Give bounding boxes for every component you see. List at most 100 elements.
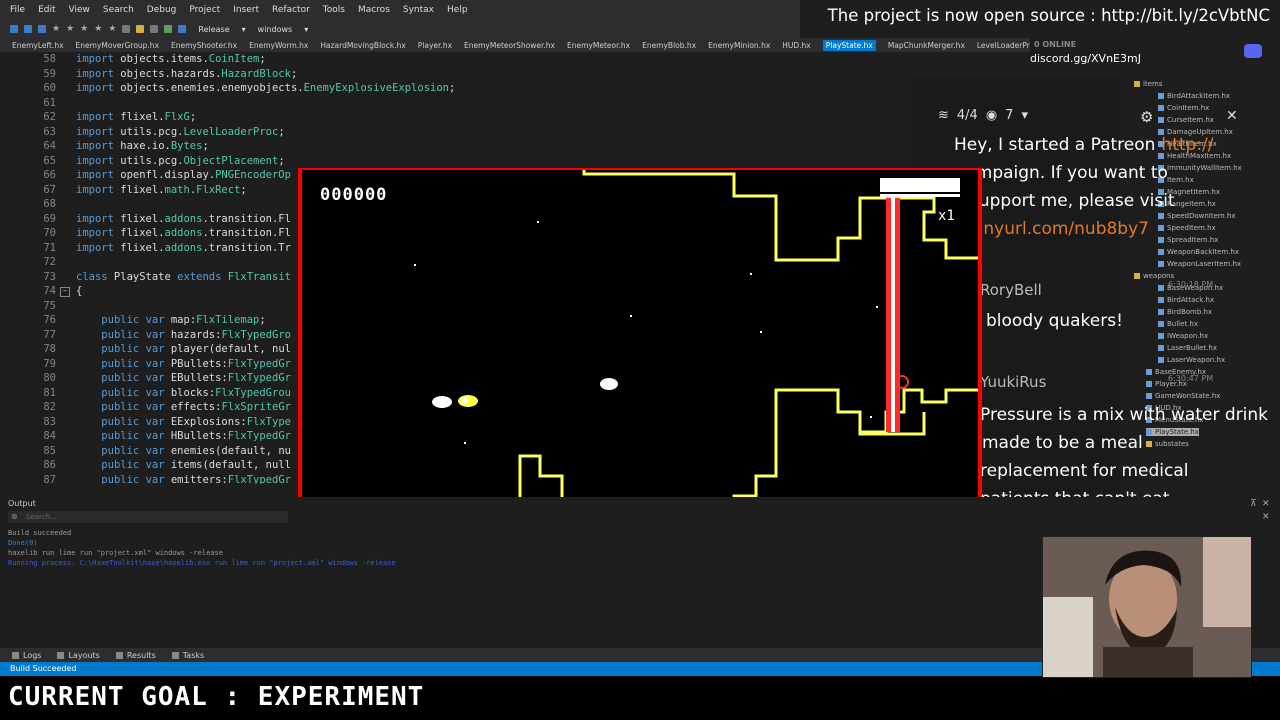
menu-help[interactable]: Help: [447, 5, 468, 15]
close-icon[interactable]: ✕: [1226, 108, 1238, 124]
folder-icon[interactable]: [136, 25, 145, 33]
pin-icon[interactable]: ⊼: [1250, 499, 1257, 509]
tree-file[interactable]: ImmunityWallItem.hx: [1158, 164, 1242, 172]
tree-file[interactable]: WeaponBackItem.hx: [1158, 248, 1239, 256]
menu-refactor[interactable]: Refactor: [272, 5, 310, 15]
close-icon[interactable]: ✕: [1262, 499, 1270, 509]
chat-message: made to be a meal: [982, 433, 1143, 453]
output-search-input[interactable]: Search...: [8, 511, 288, 523]
tab-levelloaderproc[interactable]: LevelLoaderProc.hx: [977, 41, 1030, 50]
star-icon[interactable]: ★: [80, 25, 88, 34]
tab-enemyblob[interactable]: EnemyBlob.hx: [642, 41, 696, 50]
tab-enemyworm[interactable]: EnemyWorm.hx: [249, 41, 308, 50]
open-file-icon[interactable]: [24, 25, 32, 33]
menu-macros[interactable]: Macros: [358, 5, 390, 15]
tree-file[interactable]: CurseItem.hx: [1158, 116, 1214, 124]
tab-enemymeteor[interactable]: EnemyMeteor.hx: [567, 41, 630, 50]
play-icon[interactable]: [178, 25, 187, 33]
line-number: 72: [43, 256, 56, 268]
tab-mapchunkmerger[interactable]: MapChunkMerger.hx: [888, 41, 965, 50]
tab-enemymovergroup[interactable]: EnemyMoverGroup.hx: [76, 41, 159, 50]
code-text: import objects.items.CoinItem;: [76, 53, 266, 65]
file-icon: [1146, 369, 1152, 375]
fold-icon[interactable]: −: [60, 287, 70, 297]
code-line[interactable]: 61: [0, 96, 910, 111]
tree-folder[interactable]: weapons: [1134, 272, 1174, 280]
menu-insert[interactable]: Insert: [233, 5, 259, 15]
tab-hud[interactable]: HUD.hx: [782, 41, 810, 50]
tab-enemyleft[interactable]: EnemyLeft.hx: [12, 41, 64, 50]
game-viewport[interactable]: 000000 x1: [302, 170, 978, 550]
tree-file[interactable]: BirdAttack.hx: [1158, 296, 1214, 304]
tree-file[interactable]: CoinItem.hx: [1158, 104, 1209, 112]
bottom-tab-results[interactable]: Results: [115, 651, 156, 660]
tree-file[interactable]: IWeapon.hx: [1158, 332, 1208, 340]
code-text: import flixel.addons.transition.Fl: [76, 212, 291, 225]
code-line[interactable]: 60 import objects.enemies.enemyobjects.En…: [0, 81, 910, 96]
folder-icon: [1134, 81, 1140, 87]
tree-file[interactable]: PlayState.hx: [1146, 428, 1199, 436]
menu-view[interactable]: View: [69, 5, 90, 15]
bottom-tab-layouts[interactable]: Layouts: [57, 651, 100, 660]
star-icon[interactable]: ★: [52, 25, 60, 34]
gear-icon[interactable]: ⚙: [1140, 108, 1153, 126]
menu-search[interactable]: Search: [103, 5, 134, 15]
tree-item-label: BirdAttackItem.hx: [1167, 92, 1231, 100]
file-icon: [1158, 105, 1164, 111]
code-line[interactable]: 63 import utils.pcg.LevelLoaderProc;: [0, 125, 910, 140]
webcam-image: [1043, 537, 1251, 677]
close-icon[interactable]: ✕: [1262, 512, 1270, 522]
chat-link[interactable]: tinyurl.com/nub8by7: [972, 219, 1149, 239]
chat-link[interactable]: http://: [1161, 135, 1213, 155]
chat-message-text: replacement for medical: [980, 461, 1189, 481]
menu-project[interactable]: Project: [189, 5, 220, 15]
tab-player[interactable]: Player.hx: [418, 41, 452, 50]
target-select[interactable]: windows: [258, 25, 293, 34]
tree-file[interactable]: BirdBomb.hx: [1158, 308, 1212, 316]
tree-file[interactable]: GameWonState.hx: [1146, 392, 1220, 400]
tree-folder[interactable]: items: [1134, 80, 1162, 88]
menu-bar: File Edit View Search Debug Project Insert Refa…: [0, 0, 800, 20]
code-line[interactable]: 62 import flixel.FlxG;: [0, 110, 910, 125]
line-number: 58: [43, 53, 56, 65]
tab-enemyminion[interactable]: EnemyMinion.hx: [708, 41, 770, 50]
tree-file[interactable]: Bullet.hx: [1158, 320, 1198, 328]
menu-tools[interactable]: Tools: [323, 5, 345, 15]
tab-playstate[interactable]: PlayState.hx: [822, 39, 876, 51]
tab-enemymeteorshower[interactable]: EnemyMeteorShower.hx: [464, 41, 555, 50]
chevron-down-icon[interactable]: ▾: [304, 25, 308, 34]
star-icon[interactable]: ★: [66, 25, 74, 34]
tree-file[interactable]: LaserBullet.hx: [1158, 344, 1217, 352]
tree-file[interactable]: SpreadItem.hx: [1158, 236, 1218, 244]
menu-file[interactable]: File: [10, 5, 25, 15]
settings-icon[interactable]: [150, 25, 159, 33]
bottom-tab-logs[interactable]: Logs: [12, 651, 41, 660]
bottom-tab-tasks[interactable]: Tasks: [171, 651, 204, 660]
menu-debug[interactable]: Debug: [147, 5, 177, 15]
code-line[interactable]: 65 import utils.pcg.ObjectPlacement;: [0, 154, 910, 169]
tab-hazardmovingblock[interactable]: HazardMovingBlock.hx: [320, 41, 405, 50]
menu-edit[interactable]: Edit: [38, 5, 55, 15]
code-line[interactable]: 64 import haxe.io.Bytes;: [0, 139, 910, 154]
star: [870, 416, 872, 418]
refresh-icon[interactable]: [164, 25, 173, 33]
logs-icon: [12, 651, 19, 659]
tree-file[interactable]: WeaponLaserItem.hx: [1158, 260, 1241, 268]
discord-link[interactable]: discord.gg/XVnE3mJ: [1030, 52, 1141, 65]
tree-file[interactable]: BirdAttackItem.hx: [1158, 92, 1230, 100]
tab-enemyshooter[interactable]: EnemyShooter.hx: [171, 41, 237, 50]
menu-syntax[interactable]: Syntax: [403, 5, 434, 15]
chevron-down-icon[interactable]: ▾: [242, 25, 246, 34]
build-config-select[interactable]: Release: [198, 25, 229, 34]
code-line[interactable]: 59 import objects.hazards.HazardBlock;: [0, 67, 910, 82]
star-icon[interactable]: ★: [94, 25, 102, 34]
tree-file[interactable]: SpeedItem.hx: [1158, 224, 1216, 232]
star-icon[interactable]: ★: [108, 25, 116, 34]
tree-file[interactable]: LaserWeapon.hx: [1158, 356, 1225, 364]
find-icon[interactable]: [122, 25, 131, 33]
save-icon[interactable]: [38, 25, 46, 33]
tree-file[interactable]: SpeedDownItem.hx: [1158, 212, 1236, 220]
new-file-icon[interactable]: [10, 25, 18, 33]
tree-folder[interactable]: substates: [1146, 440, 1189, 448]
code-line[interactable]: 58 import objects.items.CoinItem;: [0, 52, 910, 67]
